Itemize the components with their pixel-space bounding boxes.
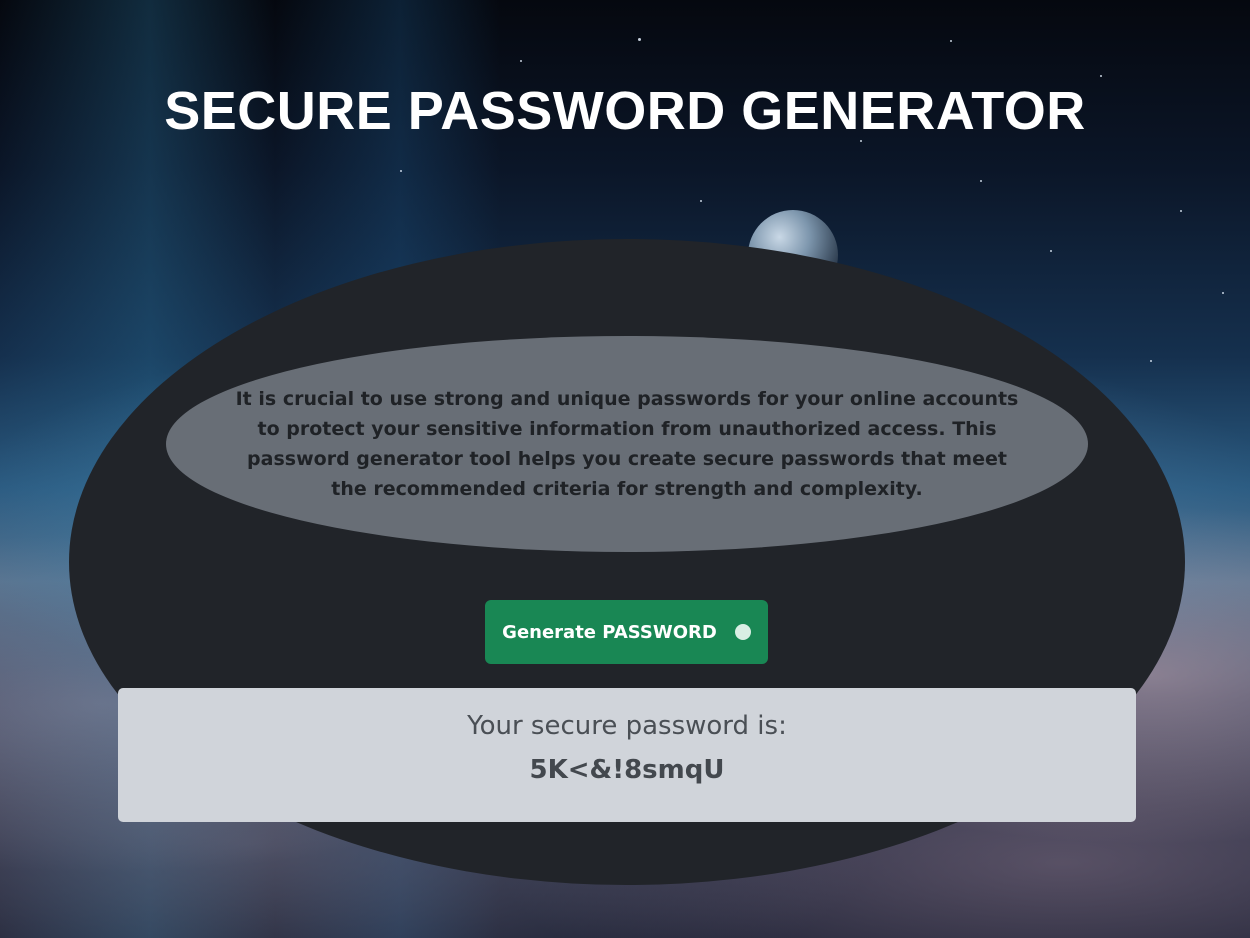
circle-dot-icon	[734, 624, 751, 640]
star	[1222, 292, 1224, 294]
page-title: SECURE PASSWORD GENERATOR	[164, 81, 1086, 141]
star	[400, 170, 402, 172]
generate-password-label: Generate PASSWORD	[502, 621, 717, 643]
star	[980, 180, 982, 182]
star	[950, 40, 952, 42]
generated-password: 5K<&!8smqU	[529, 755, 725, 785]
star	[520, 60, 522, 62]
info-text: It is crucial to use strong and unique p…	[235, 388, 1019, 500]
star	[1100, 75, 1102, 77]
star	[1150, 360, 1152, 362]
result-caption: Your secure password is:	[467, 711, 787, 741]
star	[1180, 210, 1182, 212]
star	[1050, 250, 1052, 252]
result-panel: Your secure password is: 5K<&!8smqU	[118, 688, 1136, 822]
info-bubble: It is crucial to use strong and unique p…	[166, 336, 1088, 552]
star	[638, 38, 641, 41]
star	[700, 200, 702, 202]
generate-password-button[interactable]: Generate PASSWORD	[485, 600, 768, 664]
